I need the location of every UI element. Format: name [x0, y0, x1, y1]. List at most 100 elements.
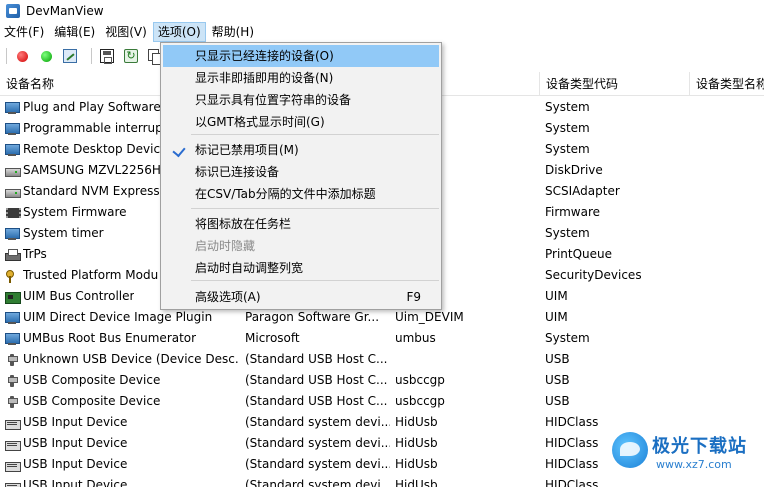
device-name: USB Input Device [23, 436, 128, 450]
cell-device-name: USB Input Device [4, 433, 238, 454]
cell-col2: (Standard USB Host C... [245, 373, 388, 387]
device-hid-icon [4, 416, 21, 430]
table-row[interactable]: UIM Direct Device Image Plugin Paragon So… [0, 307, 764, 328]
menu-item-label: 高级选项(A) [195, 290, 261, 304]
cell-device-name: UIM Direct Device Image Plugin [4, 307, 238, 328]
device-name: Programmable interrupt [23, 121, 168, 135]
device-name: USB Input Device [23, 457, 128, 471]
device-hid-icon [4, 479, 21, 487]
device-generic-icon [4, 143, 20, 157]
device-disk-icon [4, 164, 21, 178]
options-menu-item[interactable]: 只显示已经连接的设备(O) [163, 45, 439, 67]
cell-col3 [395, 349, 540, 370]
menu-help[interactable]: 帮助(H) [208, 22, 258, 42]
device-generic-icon [4, 101, 20, 115]
options-menu-item[interactable]: 标识已连接设备 [163, 161, 439, 183]
device-print-icon [4, 248, 21, 262]
disable-device-button[interactable] [13, 47, 31, 65]
device-name: SAMSUNG MZVL2256H [23, 163, 161, 177]
table-row[interactable]: USB Composite Device (Standard USB Host C… [0, 391, 764, 412]
device-hid-icon [4, 458, 21, 472]
options-menu-item[interactable]: 高级选项(A) F9 [163, 286, 439, 308]
watermark-logo-icon [612, 432, 648, 468]
menu-options[interactable]: 选项(O) [152, 22, 206, 42]
device-name: Trusted Platform Modu [23, 268, 159, 282]
table-row[interactable]: UMBus Root Bus Enumerator Microsoft umbus S… [0, 328, 764, 349]
cell-col2: (Standard USB Host C... [245, 394, 388, 408]
cell-col3: HidUsb [395, 415, 438, 429]
cell-device-name: USB Input Device [4, 475, 238, 487]
enable-device-button[interactable] [37, 47, 55, 65]
cell-device-name: USB Composite Device [4, 370, 238, 391]
menu-item-label: 在CSV/Tab分隔的文件中添加标题 [195, 187, 376, 201]
cell-device-type-code: DiskDrive [545, 163, 603, 177]
device-chip-icon [4, 206, 21, 220]
check-slot [171, 235, 187, 257]
menu-item-label: 只显示已经连接的设备(O) [195, 49, 334, 63]
checkmark-icon [171, 139, 187, 161]
options-menu-item[interactable]: 标记已禁用项目(M) [163, 139, 439, 161]
cell-col3: HidUsb [395, 478, 438, 487]
device-name: TrPs [23, 247, 47, 261]
toolbar-separator [91, 48, 92, 64]
cell-col3: usbccgp [395, 373, 445, 387]
refresh-button[interactable]: ↻ [122, 47, 140, 65]
watermark-brand: 极光下载站 [652, 436, 747, 457]
save-button[interactable] [98, 47, 116, 65]
options-menu-item[interactable]: 以GMT格式显示时间(G) [163, 111, 439, 133]
menu-item-label: 显示非即插即用的设备(N) [195, 71, 334, 85]
cell-device-name: Unknown USB Device (Device Desc... [4, 349, 238, 370]
device-name: USB Composite Device [23, 373, 161, 387]
cell-device-name: USB Input Device [4, 454, 238, 475]
device-usb-icon [4, 395, 20, 409]
check-slot [171, 257, 187, 279]
cell-device-name: USB Input Device [4, 412, 238, 433]
cell-col2: (Standard system devi... [245, 457, 390, 471]
disable-icon [16, 50, 28, 62]
device-name: UIM Bus Controller [23, 289, 135, 303]
menu-bar: 文件(F) 编辑(E) 视图(V) 选项(O) 帮助(H) [0, 22, 764, 42]
table-row[interactable]: USB Composite Device (Standard USB Host C… [0, 370, 764, 391]
cell-device-type-code: System [545, 226, 590, 240]
menu-item-shortcut: F9 [406, 290, 421, 304]
check-slot [171, 111, 187, 133]
app-icon [6, 4, 20, 18]
menu-item-label: 启动时隐藏 [195, 239, 256, 253]
menu-item-label: 标记已禁用项目(M) [195, 143, 299, 157]
device-board-icon [4, 290, 21, 304]
cell-device-type-code: System [545, 331, 590, 345]
device-name: UIM Direct Device Image Plugin [23, 310, 213, 324]
device-name: Remote Desktop Device [23, 142, 168, 156]
properties-button[interactable] [61, 47, 79, 65]
column-device-type-code[interactable]: 设备类型代码 [540, 72, 690, 96]
menu-separator [191, 280, 439, 281]
check-slot [171, 183, 187, 205]
watermark-url: www.xz7.com [656, 458, 732, 471]
check-slot [171, 286, 187, 308]
enable-icon [40, 50, 52, 62]
options-menu-item: 启动时隐藏 [163, 235, 439, 257]
cell-device-type-code: SecurityDevices [545, 268, 642, 282]
options-menu: 只显示已经连接的设备(O) 显示非即插即用的设备(N) 只显示具有位置字符串的设备以… [160, 42, 442, 310]
cell-device-type-code: USB [545, 394, 570, 408]
menu-file[interactable]: 文件(F) [0, 22, 48, 42]
options-menu-item[interactable]: 启动时自动调整列宽 [163, 257, 439, 279]
column-device-type-name[interactable]: 设备类型名称 [690, 72, 764, 96]
options-menu-item[interactable]: 在CSV/Tab分隔的文件中添加标题 [163, 183, 439, 205]
cell-device-type-code: USB [545, 373, 570, 387]
cell-col2: (Standard system devi... [245, 436, 390, 450]
window-title: DevManView [26, 4, 104, 18]
options-menu-item[interactable]: 显示非即插即用的设备(N) [163, 67, 439, 89]
toolbar-separator [6, 48, 7, 64]
menu-item-label: 只显示具有位置字符串的设备 [195, 93, 352, 107]
options-menu-item[interactable]: 将图标放在任务栏 [163, 213, 439, 235]
table-row[interactable]: Unknown USB Device (Device Desc... (Stand… [0, 349, 764, 370]
device-generic-icon [4, 332, 20, 346]
menu-edit[interactable]: 编辑(E) [50, 22, 99, 42]
device-name: USB Input Device [23, 415, 128, 429]
device-generic-icon [4, 122, 20, 136]
cell-col3: usbccgp [395, 394, 445, 408]
menu-view[interactable]: 视图(V) [101, 22, 151, 42]
device-hid-icon [4, 437, 21, 451]
options-menu-item[interactable]: 只显示具有位置字符串的设备 [163, 89, 439, 111]
